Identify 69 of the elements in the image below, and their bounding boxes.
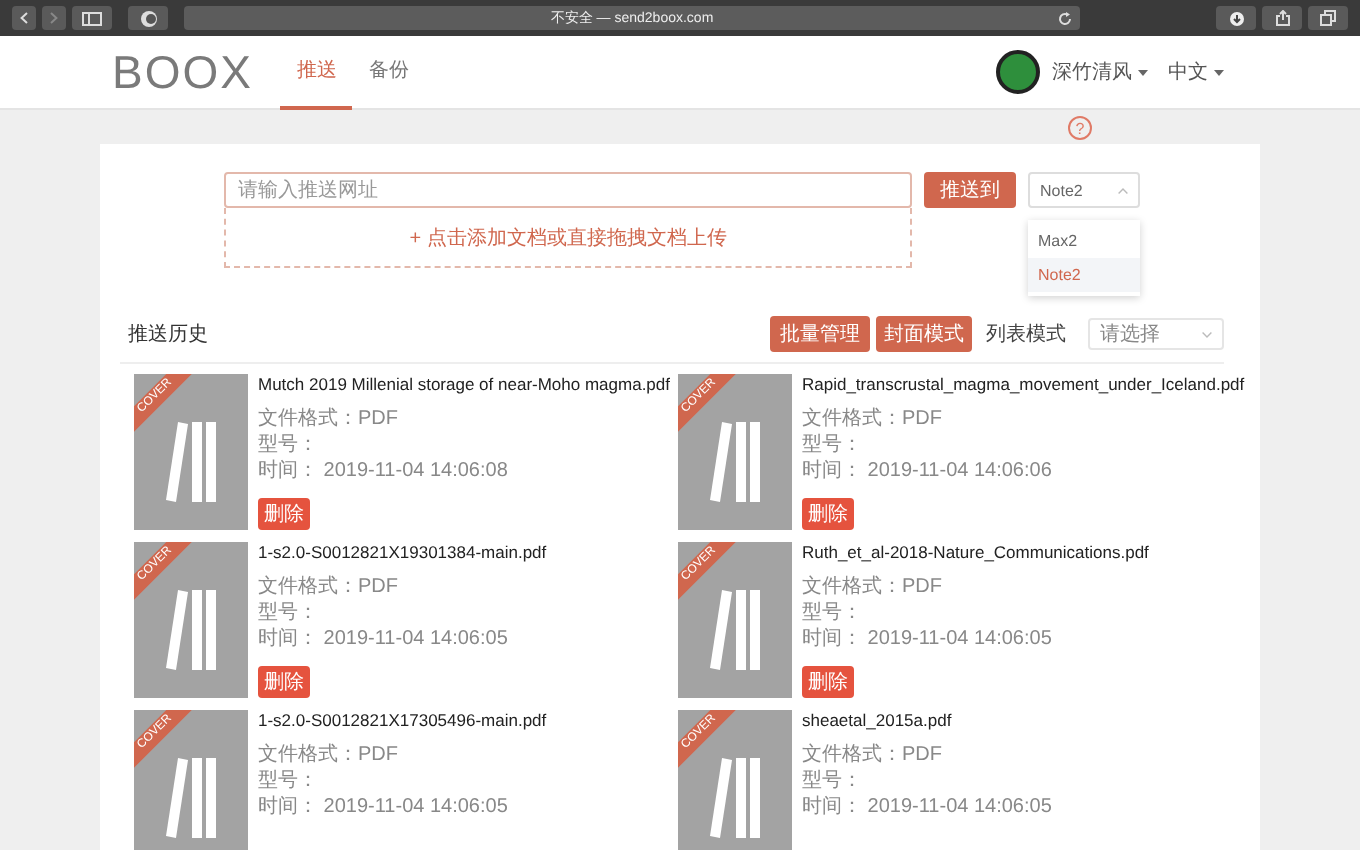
view-mode-button[interactable]: 封面模式	[876, 316, 972, 352]
file-time: 时间： 2019-11-04 14:06:06	[802, 460, 1052, 484]
file-time: 时间： 2019-11-04 14:06:08	[258, 460, 508, 484]
file-time: 时间： 2019-11-04 14:06:05	[802, 796, 1052, 820]
file-name[interactable]: sheaetal_2015a.pdf	[802, 710, 952, 730]
download-button[interactable]	[1216, 6, 1256, 30]
chevron-up-icon	[1118, 187, 1128, 193]
file-format: 文件格式：PDF	[802, 408, 942, 432]
model-label: 型号：	[802, 602, 862, 626]
file-time: 时间： 2019-11-04 14:06:05	[258, 628, 508, 652]
back-icon	[20, 12, 28, 24]
sidebar-button[interactable]	[72, 6, 112, 30]
language-menu[interactable]: 中文	[1168, 58, 1224, 86]
device-select[interactable]: Note2	[1028, 172, 1140, 208]
books-icon	[709, 758, 761, 838]
file-time: 时间： 2019-11-04 14:06:05	[258, 796, 508, 820]
tabs-icon	[1320, 10, 1336, 26]
upload-area[interactable]: + 点击添加文档或直接拖拽文档上传	[224, 208, 912, 268]
file-name[interactable]: Ruth_et_al-2018-Nature_Communications.pdf	[802, 542, 1149, 562]
file-name[interactable]: Rapid_transcrustal_magma_movement_under_Iceland.pdf	[802, 374, 1245, 394]
sidebar-icon	[82, 11, 102, 25]
shield-icon	[139, 9, 157, 27]
file-format: 文件格式：PDF	[258, 744, 398, 768]
caret-icon	[1138, 69, 1148, 76]
share-icon	[1275, 10, 1289, 26]
file-format: 文件格式：PDF	[802, 744, 942, 768]
device-option[interactable]: Max2	[1028, 224, 1140, 258]
books-icon	[165, 758, 217, 838]
sort-select[interactable]: 请选择	[1088, 318, 1224, 350]
file-format: 文件格式：PDF	[802, 576, 942, 600]
model-label: 型号：	[802, 770, 862, 794]
url-input-field[interactable]: 请输入推送网址	[224, 172, 912, 208]
push-button[interactable]: 推送到	[924, 172, 1016, 208]
books-icon	[709, 590, 761, 670]
file-time: 时间： 2019-11-04 14:06:05	[802, 628, 1052, 652]
back-button[interactable]	[12, 6, 36, 30]
device-option[interactable]: Note2	[1028, 258, 1140, 292]
batch-button[interactable]: 批量管理	[770, 316, 870, 352]
file-name[interactable]: Mutch 2019 Millenial storage of near-Moho magma.pdf	[258, 374, 670, 394]
delete-button[interactable]: 删除	[258, 498, 310, 530]
model-label: 型号：	[258, 434, 318, 458]
books-icon	[709, 422, 761, 502]
model-label: 型号：	[258, 770, 318, 794]
chevron-down-icon	[1202, 331, 1212, 337]
download-icon	[1229, 11, 1243, 25]
logo[interactable]: BOOX	[112, 45, 253, 99]
share-button[interactable]	[1262, 6, 1302, 30]
file-name[interactable]: 1-s2.0-S0012821X19301384-main.pdf	[258, 542, 547, 562]
history-title: 推送历史	[128, 321, 208, 348]
nav-tab[interactable]: 备份	[352, 34, 425, 110]
forward-icon	[50, 12, 58, 24]
reload-icon[interactable]	[1058, 11, 1072, 25]
model-label: 型号：	[802, 434, 862, 458]
books-icon	[165, 590, 217, 670]
caret-icon	[1214, 69, 1224, 76]
model-label: 型号：	[258, 602, 318, 626]
tabs-button[interactable]	[1308, 6, 1348, 30]
delete-button[interactable]: 删除	[802, 666, 854, 698]
shield-button[interactable]	[128, 6, 168, 30]
file-format: 文件格式：PDF	[258, 408, 398, 432]
delete-button[interactable]: 删除	[258, 666, 310, 698]
nav-tab[interactable]: 推送	[280, 34, 353, 110]
file-format: 文件格式：PDF	[258, 576, 398, 600]
avatar[interactable]	[996, 50, 1040, 94]
user-menu[interactable]: 深竹清风	[1052, 58, 1148, 86]
help-button[interactable]: ?	[1068, 116, 1092, 140]
file-name[interactable]: 1-s2.0-S0012821X17305496-main.pdf	[258, 710, 547, 730]
books-icon	[165, 422, 217, 502]
delete-button[interactable]: 删除	[802, 498, 854, 530]
